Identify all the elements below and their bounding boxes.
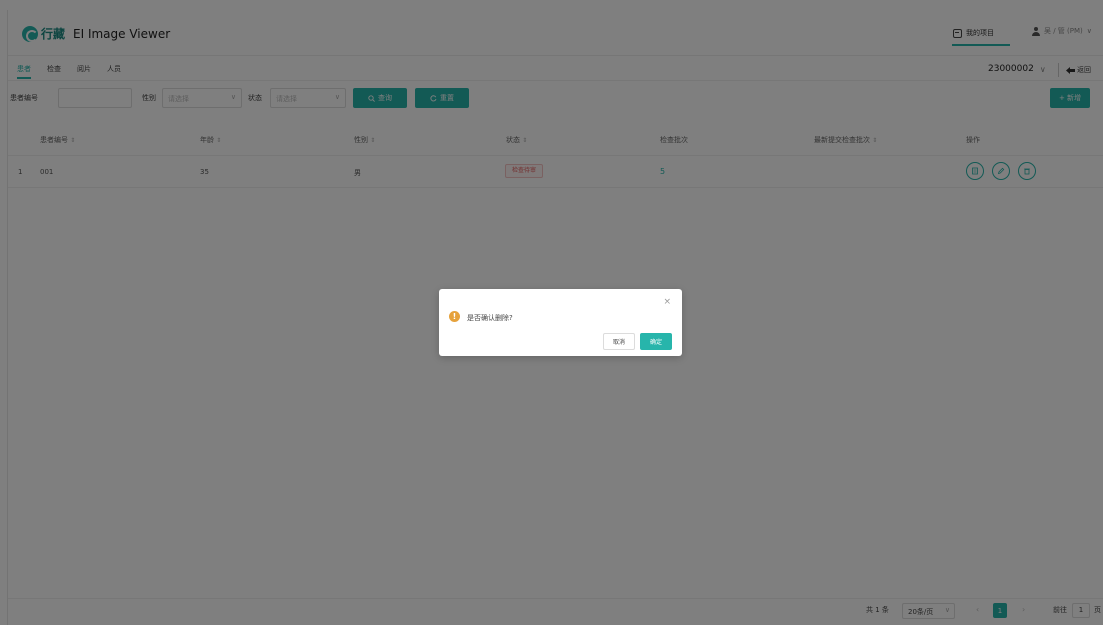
close-icon[interactable]: × — [663, 297, 671, 307]
confirm-delete-dialog: × ! 是否确认删除? 取消 确定 — [439, 289, 682, 356]
confirm-button[interactable]: 确定 — [640, 333, 672, 350]
warning-icon: ! — [449, 311, 460, 322]
cancel-button[interactable]: 取消 — [603, 333, 635, 350]
dialog-message: 是否确认删除? — [467, 314, 513, 322]
